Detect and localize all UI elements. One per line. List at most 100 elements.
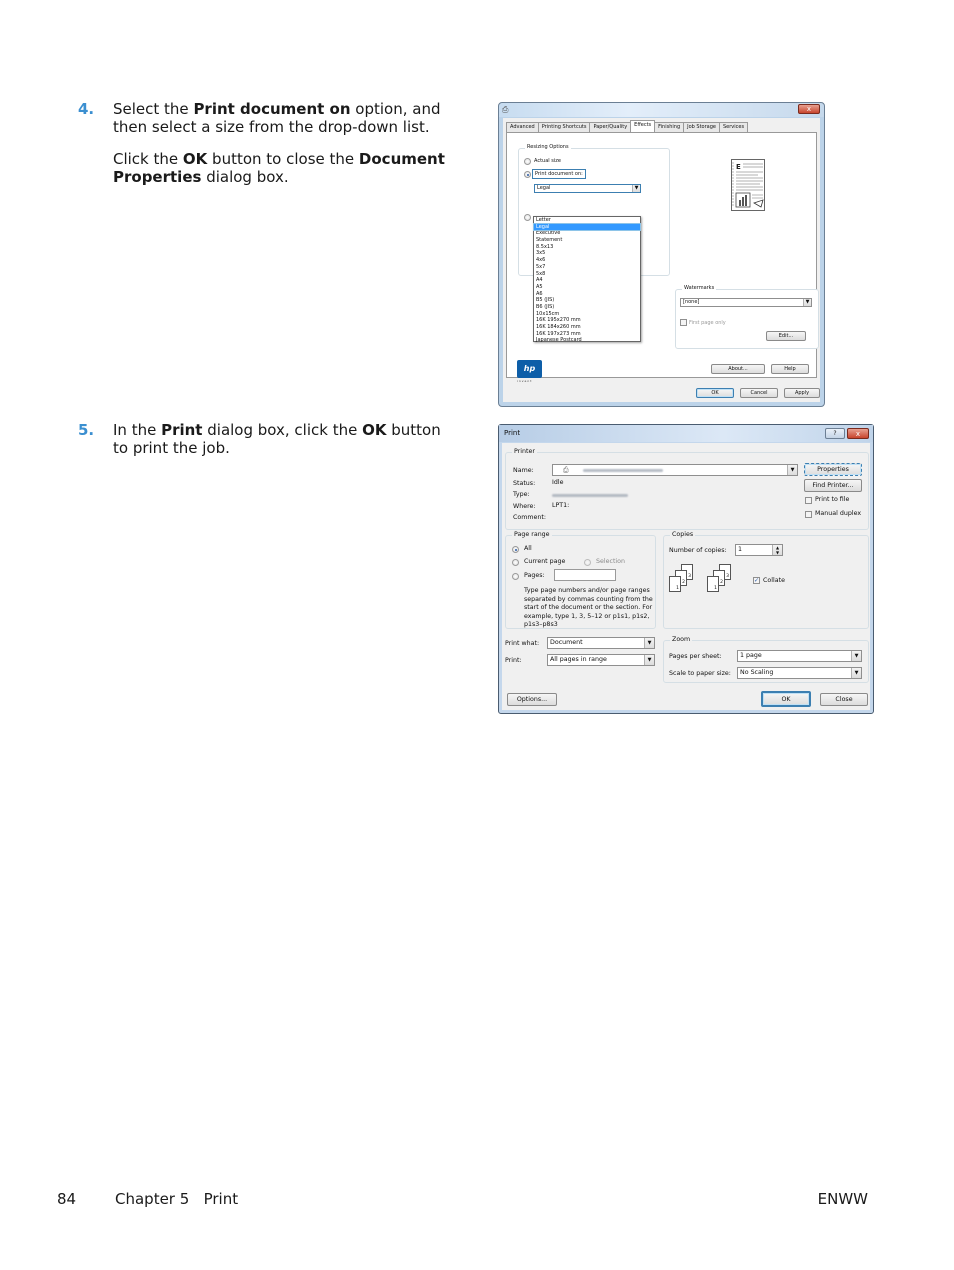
printer-icon: ⎙: [563, 466, 569, 474]
paper-size-option[interactable]: 8.5x13: [534, 244, 640, 251]
current-page-radio[interactable]: [512, 559, 519, 566]
print-what-label: Print what:: [505, 640, 540, 647]
options-button[interactable]: Options...: [507, 693, 557, 706]
step-4-paragraph-2: Click the OK button to close the Documen…: [113, 150, 445, 186]
manual-duplex-checkbox[interactable]: [805, 511, 812, 518]
ok-button[interactable]: OK: [761, 691, 811, 707]
edit-button[interactable]: Edit...: [766, 331, 806, 341]
actual-size-radio[interactable]: [524, 158, 531, 165]
actual-size-label: Actual size: [534, 158, 561, 164]
find-printer-button[interactable]: Find Printer...: [804, 479, 862, 492]
print-document-on-label[interactable]: Print document on:: [532, 169, 586, 179]
print-what-value: Document: [550, 639, 583, 646]
print-what-select[interactable]: Document ▼: [547, 637, 655, 649]
hp-logo: hp: [517, 360, 542, 378]
comment-label: Comment:: [513, 514, 546, 521]
paper-size-option[interactable]: A5: [534, 284, 640, 291]
help-button[interactable]: Help: [771, 364, 809, 374]
step-number: 5.: [78, 421, 95, 439]
close-dialog-button[interactable]: Close: [820, 693, 868, 706]
paper-size-option[interactable]: 5x8: [534, 271, 640, 278]
selection-radio[interactable]: [584, 559, 591, 566]
pages-per-sheet-select[interactable]: 1 page ▼: [737, 650, 862, 662]
paper-size-dropdown-list[interactable]: Letter Legal Executive Statement 8.5x13 3x5 4x…: [533, 216, 641, 344]
zoom-label: Zoom: [670, 636, 693, 643]
print-dialog: Print ? x Printer Name: ⎙ ▼ Status: Idle…: [498, 424, 874, 714]
paper-size-option[interactable]: Japanese Postcard: [534, 337, 640, 344]
status-label: Status:: [513, 480, 536, 487]
chevron-down-icon: ▼: [644, 638, 654, 648]
pages-input[interactable]: [554, 569, 616, 581]
paper-size-option[interactable]: A6: [534, 291, 640, 298]
paper-size-select[interactable]: Legal ▼: [534, 184, 641, 193]
print-document-on-radio[interactable]: [524, 171, 531, 178]
paper-size-option[interactable]: Statement: [534, 237, 640, 244]
chevron-down-icon: ▼: [632, 185, 640, 192]
pages-per-sheet-value: 1 page: [740, 652, 762, 659]
pages-label: Pages:: [524, 572, 545, 579]
print-to-file-checkbox[interactable]: [805, 497, 812, 504]
chevron-down-icon: ▼: [851, 651, 861, 661]
paper-size-option[interactable]: 10x15cm: [534, 311, 640, 318]
paper-size-option[interactable]: Letter: [534, 217, 640, 224]
paper-size-option[interactable]: 4x6: [534, 257, 640, 264]
paper-size-option[interactable]: 5x7: [534, 264, 640, 271]
watermark-select[interactable]: [none] ▼: [680, 298, 812, 307]
chevron-down-icon: ▼: [851, 668, 861, 678]
first-page-only-checkbox[interactable]: [680, 319, 687, 326]
selection-label: Selection: [596, 558, 626, 565]
page-range-label: Page range: [512, 531, 552, 538]
about-button[interactable]: About...: [711, 364, 765, 374]
page-preview-image: E: [729, 159, 765, 211]
paper-size-option[interactable]: Legal: [533, 222, 641, 232]
chevron-down-icon: ▼: [803, 299, 811, 306]
all-radio[interactable]: [512, 546, 519, 553]
step-5-paragraph-1: In the Print dialog box, click the OK bu…: [113, 421, 441, 457]
tab-effects[interactable]: Effects: [630, 120, 656, 132]
paper-size-option[interactable]: B5 (JIS): [534, 297, 640, 304]
paper-size-option[interactable]: Executive: [534, 230, 640, 237]
print-label: Print:: [505, 657, 522, 664]
tab-finishing[interactable]: Finishing: [654, 122, 685, 132]
printer-name-select[interactable]: ⎙ ▼: [552, 464, 798, 476]
paper-size-option[interactable]: 3x5: [534, 250, 640, 257]
page-range-group: Page range All Current page Selection Pa…: [505, 531, 656, 629]
printer-icon: ⎙: [502, 105, 509, 114]
close-button[interactable]: x: [847, 428, 869, 439]
paper-size-option[interactable]: 16K 184x260 mm: [534, 324, 640, 331]
tab-services[interactable]: Services: [719, 122, 749, 132]
title-bar: ⎙ x: [499, 103, 824, 117]
resizing-options-label: Resizing Options: [525, 144, 571, 150]
where-label: Where:: [513, 503, 536, 510]
step-4: 4. Select the Print document on option, …: [78, 100, 448, 200]
number-of-copies-input[interactable]: 1 ▲ ▼: [735, 544, 783, 556]
print-to-file-label: Print to file: [815, 496, 850, 503]
collate-checkbox[interactable]: ✓: [753, 577, 760, 584]
ok-button[interactable]: OK: [696, 388, 734, 398]
page-number: 84: [57, 1190, 77, 1208]
cancel-button[interactable]: Cancel: [740, 388, 778, 398]
paper-size-option[interactable]: 16K 195x270 mm: [534, 317, 640, 324]
tab-printing-shortcuts[interactable]: Printing Shortcuts: [537, 122, 591, 132]
paper-size-option[interactable]: 16K 197x273 mm: [534, 331, 640, 338]
apply-button[interactable]: Apply: [784, 388, 820, 398]
paper-size-option[interactable]: A4: [534, 277, 640, 284]
print-range-select[interactable]: All pages in range ▼: [547, 654, 655, 666]
pages-radio[interactable]: [512, 573, 519, 580]
step-number: 4.: [78, 100, 95, 118]
resize-radio-hidden[interactable]: [524, 214, 531, 221]
printer-group: Printer Name: ⎙ ▼ Status: Idle Type: Whe…: [505, 448, 869, 530]
effects-panel: Resizing Options Actual size Print docum…: [506, 132, 819, 383]
collate-label: Collate: [763, 577, 785, 584]
close-button[interactable]: x: [798, 104, 820, 114]
properties-button[interactable]: Properties: [804, 463, 862, 476]
spinner-icon[interactable]: ▲ ▼: [772, 545, 782, 555]
tab-paper-quality[interactable]: Paper/Quality: [589, 122, 632, 132]
name-label: Name:: [513, 467, 534, 474]
help-icon[interactable]: ?: [825, 428, 845, 439]
watermarks-group: Watermarks [none] ▼ First page only Edit…: [675, 285, 819, 349]
tab-job-storage[interactable]: Job Storage: [683, 122, 720, 132]
scale-to-paper-select[interactable]: No Scaling ▼: [737, 667, 862, 679]
tab-advanced[interactable]: Advanced: [506, 122, 539, 132]
paper-size-option[interactable]: B6 (JIS): [534, 304, 640, 311]
